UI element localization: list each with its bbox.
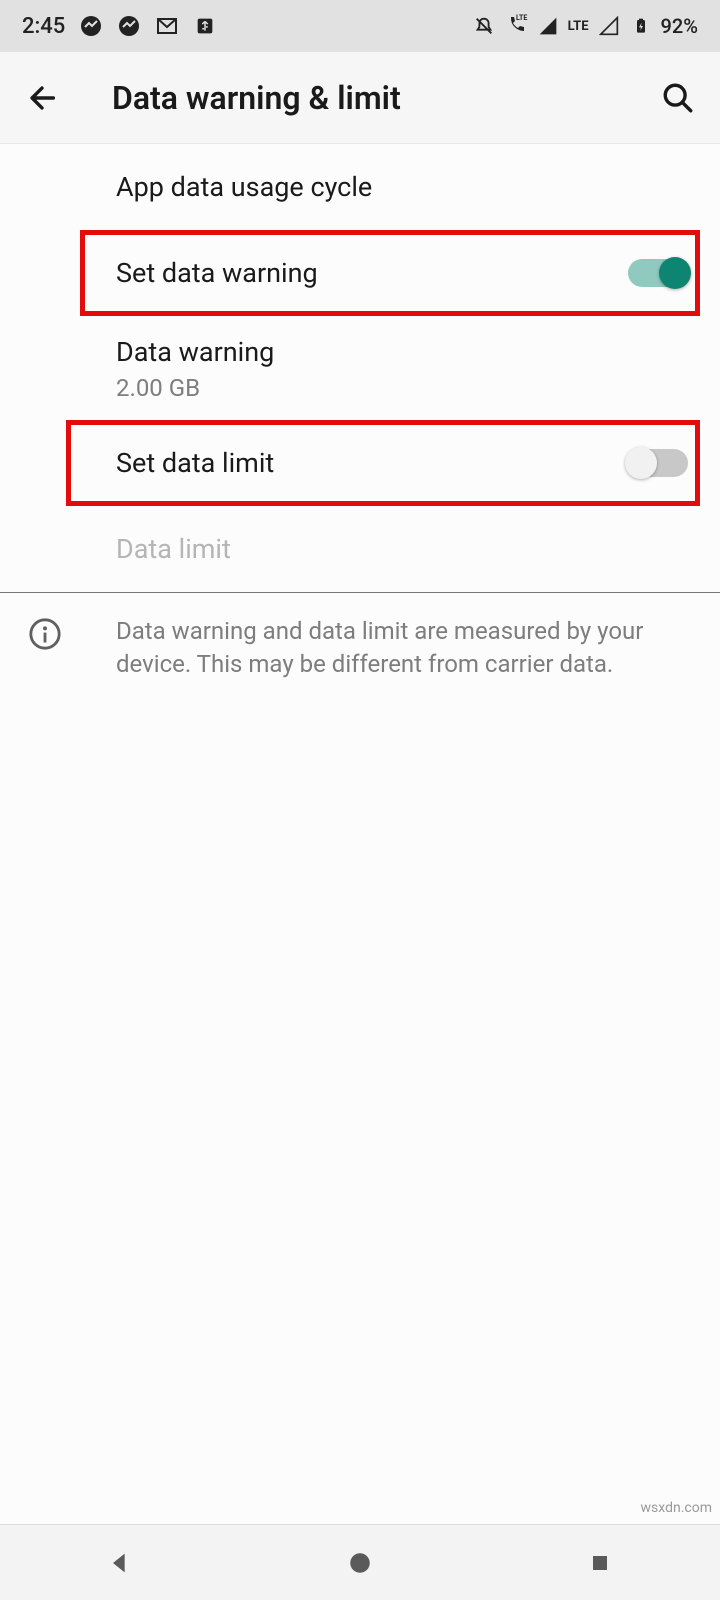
- row-usage-cycle[interactable]: App data usage cycle: [0, 144, 720, 230]
- signal-empty-icon: [597, 14, 621, 38]
- signal-full-icon: [536, 14, 560, 38]
- row-label: Data limit: [116, 531, 688, 567]
- settings-list: App data usage cycle Set data warning Da…: [0, 144, 720, 1524]
- switch-set-data-limit[interactable]: [628, 449, 688, 477]
- row-set-data-limit[interactable]: Set data limit: [0, 420, 720, 506]
- lte-label: LTE: [568, 19, 589, 34]
- row-data-limit: Data limit: [0, 506, 720, 592]
- usb-icon: [193, 14, 217, 38]
- nav-back-button[interactable]: [90, 1533, 150, 1593]
- page-title: Data warning & limit: [112, 79, 401, 117]
- row-subtext: 2.00 GB: [116, 374, 688, 402]
- row-set-data-warning[interactable]: Set data warning: [0, 230, 720, 316]
- battery-charging-icon: [629, 14, 653, 38]
- messenger-icon-2: [117, 14, 141, 38]
- dnd-icon: [472, 14, 496, 38]
- battery-percent: 92%: [661, 14, 698, 38]
- info-icon: [28, 617, 62, 651]
- watermark: wsxdn.com: [641, 1500, 712, 1516]
- row-label: Set data limit: [116, 445, 628, 481]
- gmail-icon: [155, 14, 179, 38]
- info-footer: Data warning and data limit are measured…: [0, 593, 720, 702]
- nav-recent-button[interactable]: [570, 1533, 630, 1593]
- messenger-icon: [79, 14, 103, 38]
- status-bar: 2:45 LTE LTE 92%: [0, 0, 720, 52]
- search-button[interactable]: [656, 76, 700, 120]
- app-bar: Data warning & limit: [0, 52, 720, 144]
- switch-set-data-warning[interactable]: [628, 259, 688, 287]
- info-text: Data warning and data limit are measured…: [116, 615, 692, 680]
- navigation-bar: [0, 1524, 720, 1600]
- volte-icon: LTE: [504, 14, 528, 38]
- nav-home-button[interactable]: [330, 1533, 390, 1593]
- status-time: 2:45: [22, 14, 65, 39]
- back-button[interactable]: [20, 76, 64, 120]
- row-label: Data warning: [116, 334, 688, 370]
- row-label: App data usage cycle: [116, 169, 688, 205]
- row-data-warning[interactable]: Data warning 2.00 GB: [0, 316, 720, 420]
- svg-text:LTE: LTE: [516, 14, 527, 22]
- row-label: Set data warning: [116, 255, 628, 291]
